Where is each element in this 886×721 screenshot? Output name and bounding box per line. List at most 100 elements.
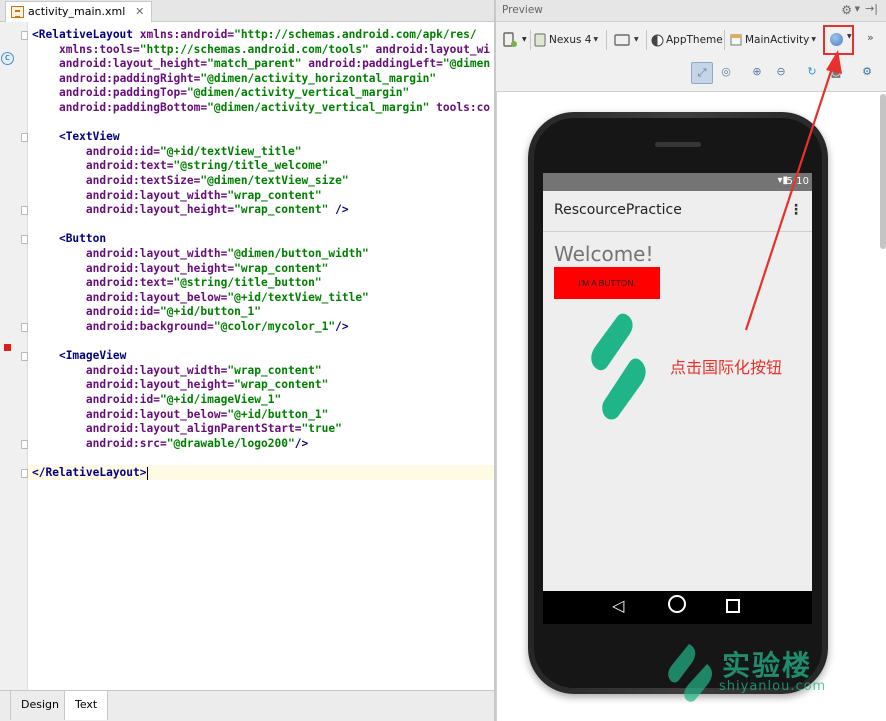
fold-marker-icon[interactable] — [21, 31, 28, 40]
code-token: "wrap_content" — [234, 203, 336, 217]
watermark: 实验楼 shiyanlou.com — [663, 638, 863, 702]
hide-panel-icon[interactable]: →| — [865, 2, 878, 15]
preview-header: Preview ⚙ ▼ →| — [496, 0, 886, 22]
code-token: "http://schemas.android.com/tools" — [139, 42, 376, 56]
fold-marker-icon[interactable] — [21, 323, 28, 332]
globe-icon — [830, 33, 843, 46]
code-token: android:layout_width= — [85, 188, 228, 202]
code-line: android:id="@+id/button_1" — [32, 305, 261, 320]
code-token: android:paddingLeft= — [308, 57, 443, 71]
fold-marker-icon[interactable] — [21, 206, 28, 216]
tab-activity-main-xml[interactable]: activity_main.xml ✕ — [5, 1, 153, 22]
orientation-dropdown[interactable]: ▼ — [614, 30, 639, 50]
fold-marker-icon[interactable] — [21, 439, 28, 449]
tab-text[interactable]: Text — [64, 691, 109, 720]
device-config-icon[interactable] — [502, 30, 517, 50]
code-token: <TextView — [58, 130, 120, 144]
fold-marker-icon[interactable] — [21, 235, 28, 245]
theme-label: AppTheme — [666, 34, 723, 46]
code-token: android:layout_height= — [85, 378, 235, 392]
gear-icon[interactable]: ⚙ — [841, 3, 852, 17]
zoom-in-icon[interactable]: ⊕ — [746, 62, 768, 84]
app-title: RescourcePractice — [554, 202, 682, 218]
code-token: android:id= — [85, 393, 160, 406]
code-token: android:layout_width= — [85, 247, 228, 260]
code-token: android:text= — [85, 159, 174, 173]
fold-marker-icon[interactable] — [21, 352, 28, 362]
device-dropdown[interactable]: Nexus 4 ▼ — [534, 30, 598, 50]
home-icon[interactable] — [668, 595, 686, 613]
camera-icon[interactable]: ◙ — [825, 62, 847, 84]
code-editor[interactable]: <RelativeLayout xmlns:android="http://sc… — [28, 22, 496, 690]
logo-image — [591, 313, 646, 420]
annotation-text: 点击国际化按钮 — [670, 358, 783, 377]
code-line: android:layout_width="wrap_content" — [32, 189, 322, 204]
chevron-down-icon: ▼ — [811, 36, 816, 43]
theme-dropdown[interactable]: AppTheme — [651, 30, 723, 50]
phone-icon — [534, 33, 546, 47]
code-token: xmlns:tools= — [58, 42, 140, 56]
code-token: tools:co — [436, 101, 491, 114]
code-token: "@string/title_button" — [173, 276, 322, 290]
phone-screen: ▾▮ 5:10 RescourcePractice ⋮ Welcome! I'M… — [543, 173, 812, 624]
im-a-button[interactable]: I'M A BUTTON. — [554, 267, 660, 299]
code-token: android:text= — [85, 276, 174, 290]
toolbar-separator — [646, 30, 647, 50]
xml-file-icon — [11, 6, 24, 18]
navigation-bar: ◁ — [543, 591, 812, 624]
code-line: android:layout_width="@dimen/button_widt… — [32, 247, 369, 262]
back-icon[interactable]: ◁ — [612, 596, 624, 615]
orientation-icon — [614, 34, 630, 46]
toolbar-separator — [530, 30, 531, 50]
code-token: /> — [335, 203, 349, 217]
fold-marker-icon[interactable] — [21, 469, 28, 478]
code-line: android:layout_below="@+id/textView_titl… — [32, 291, 369, 306]
code-token: android:paddingTop= — [58, 86, 187, 100]
overflow-menu-icon[interactable]: ⋮ — [789, 202, 803, 218]
tab-design[interactable]: Design — [10, 691, 70, 720]
more-toolbar-icon[interactable]: » — [867, 31, 874, 44]
locale-button[interactable]: ▼ — [823, 25, 854, 55]
editor-bottom-tabs: Design Text — [0, 690, 496, 721]
code-token: android:id= — [85, 144, 160, 158]
chevron-down-icon[interactable]: ▼ — [522, 30, 527, 50]
code-token: "@+id/imageView_1" — [159, 393, 282, 406]
code-token: android:background= — [85, 320, 214, 333]
class-marker-icon[interactable]: c — [1, 52, 14, 65]
toolbar-separator — [606, 30, 607, 50]
gear-icon[interactable]: ⚙ — [856, 62, 878, 84]
editor-tab-strip: activity_main.xml ✕ — [0, 0, 496, 22]
error-marker-icon[interactable] — [4, 344, 11, 351]
code-token: "true" — [301, 422, 342, 436]
activity-dropdown[interactable]: MainActivity ▼ — [730, 30, 816, 50]
code-token: "match_parent" — [207, 57, 309, 71]
zoom-actual-icon[interactable]: ◎ — [715, 62, 737, 84]
code-token: android:layout_alignParentStart= — [85, 422, 302, 436]
code-token: android:id= — [85, 305, 160, 319]
code-line: android:paddingTop="@dimen/activity_vert… — [32, 86, 409, 101]
close-icon[interactable]: ✕ — [135, 2, 144, 22]
vertical-scrollbar[interactable] — [880, 94, 886, 249]
code-token: "@color/mycolor_1" — [213, 320, 336, 333]
code-token: android:textSize= — [85, 174, 201, 187]
recents-icon[interactable] — [726, 599, 740, 613]
refresh-icon[interactable]: ↻ — [801, 62, 823, 84]
fold-marker-icon[interactable] — [21, 133, 28, 143]
zoom-out-icon[interactable]: ⊖ — [770, 62, 792, 84]
chevron-down-icon[interactable]: ▼ — [855, 5, 860, 13]
code-token: android:src= — [85, 436, 167, 450]
zoom-fit-icon[interactable]: ⤢ — [691, 62, 713, 84]
code-token: "wrap_content" — [234, 378, 329, 392]
code-line: <Button — [32, 232, 106, 247]
code-line: android:text="@string/title_welcome" — [32, 159, 328, 174]
tab-label: activity_main.xml — [28, 5, 126, 18]
